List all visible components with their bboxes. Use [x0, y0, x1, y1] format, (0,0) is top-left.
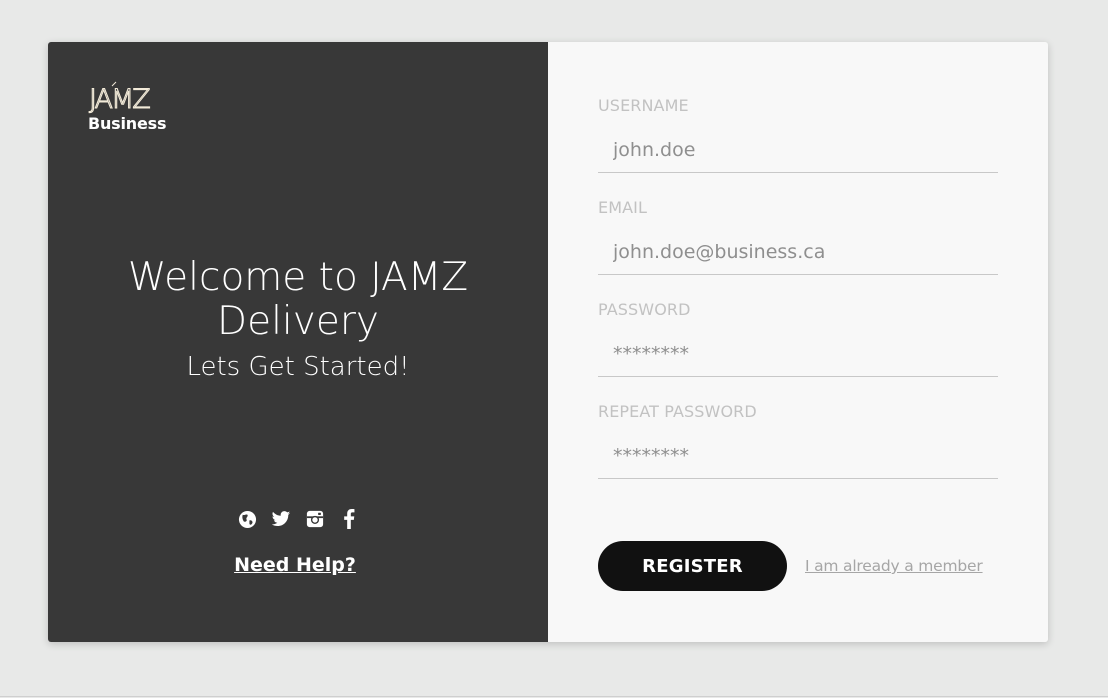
- form-actions: REGISTER I am already a member: [598, 541, 983, 591]
- register-button[interactable]: REGISTER: [598, 541, 787, 591]
- social-links: [48, 508, 548, 530]
- svg-text:JAMZ: JAMZ: [89, 84, 150, 114]
- facebook-icon[interactable]: [339, 508, 359, 530]
- globe-icon[interactable]: [237, 508, 257, 530]
- page-bottom-divider: [0, 696, 1108, 697]
- email-field-group: EMAIL: [598, 198, 998, 275]
- twitter-icon[interactable]: [271, 508, 291, 530]
- username-label: USERNAME: [598, 96, 689, 115]
- password-input[interactable]: [598, 331, 998, 377]
- instagram-icon[interactable]: [305, 508, 325, 530]
- username-field-group: USERNAME: [598, 96, 998, 173]
- password-field-group: PASSWORD: [598, 300, 998, 377]
- username-input[interactable]: [598, 127, 998, 173]
- brand-subtitle: Business: [88, 114, 167, 133]
- already-member-link[interactable]: I am already a member: [805, 557, 983, 575]
- brand-logo: JAMZ Business: [88, 80, 166, 133]
- welcome-subtitle: Lets Get Started!: [186, 352, 410, 382]
- repeat-password-field-group: REPEAT PASSWORD: [598, 402, 998, 479]
- email-input[interactable]: [598, 229, 998, 275]
- registration-card: JAMZ Business Welcome to JAMZ Delivery L…: [48, 42, 1048, 642]
- welcome-panel: JAMZ Business Welcome to JAMZ Delivery L…: [48, 42, 548, 642]
- welcome-title: Welcome to JAMZ Delivery: [127, 255, 469, 344]
- need-help-link[interactable]: Need Help?: [234, 554, 356, 576]
- welcome-block: Welcome to JAMZ Delivery Lets Get Starte…: [48, 255, 548, 383]
- password-label: PASSWORD: [598, 300, 691, 319]
- register-form-panel: USERNAME EMAIL PASSWORD REPEAT PASSWORD …: [548, 42, 1048, 642]
- repeat-password-label: REPEAT PASSWORD: [598, 402, 757, 421]
- repeat-password-input[interactable]: [598, 433, 998, 479]
- jamz-logo-icon: JAMZ: [88, 81, 153, 114]
- email-label: EMAIL: [598, 198, 647, 217]
- help-container: Need Help?: [48, 554, 542, 576]
